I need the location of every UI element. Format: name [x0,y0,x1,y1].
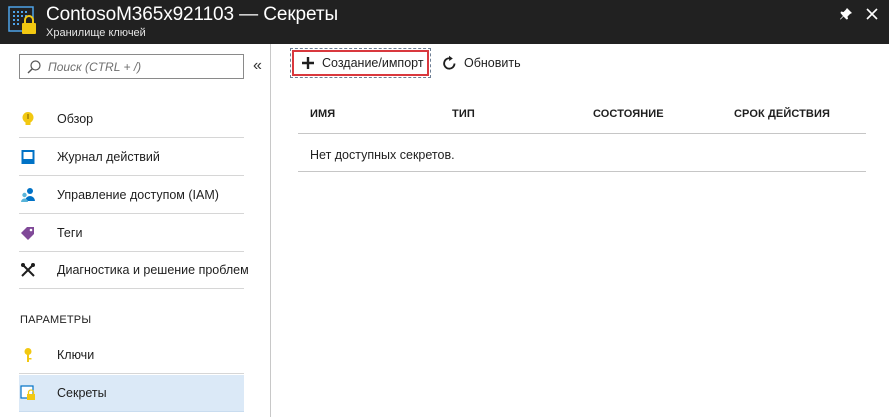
iam-users-icon [20,187,36,203]
refresh-button[interactable]: Обновить [440,48,530,78]
tag-icon [20,225,36,241]
page-subtitle: Хранилище ключей [46,27,146,39]
overview-bulb-icon [20,111,36,127]
wrench-icon [20,262,36,278]
column-header-type[interactable]: ТИП [452,108,475,120]
sidebar-item-secrets[interactable]: Секреты [19,375,244,412]
table-header-divider [298,133,866,134]
sidebar-item-activity-log[interactable]: Журнал действий [19,139,244,176]
sidebar-item-diagnose[interactable]: Диагностика и решение проблем [19,252,249,289]
sidebar-item-label: Теги [57,226,83,240]
search-box[interactable] [19,54,244,79]
sidebar-item-tags[interactable]: Теги [19,215,244,252]
activity-log-icon [20,149,36,165]
column-header-name[interactable]: ИМЯ [310,108,335,120]
refresh-icon [440,54,458,72]
pin-icon[interactable] [836,4,856,24]
sidebar-item-label: Журнал действий [57,150,160,164]
sidebar-menu: « Обзор Журнал действий [0,44,271,417]
secrets-icon [20,385,36,401]
sidebar-item-access-control[interactable]: Управление доступом (IAM) [19,177,244,214]
sidebar-item-overview[interactable]: Обзор [19,101,244,138]
sidebar-item-label: Диагностика и решение проблем [57,263,249,277]
table-row-divider [298,171,866,172]
sidebar-item-label: Секреты [57,386,107,400]
page-title: ContosoM365x921103 — Секреты [46,4,339,25]
column-header-status[interactable]: СОСТОЯНИЕ [593,108,664,120]
create-import-label: Создание/импорт [322,56,424,70]
column-header-expiration[interactable]: СРОК ДЕЙСТВИЯ [734,108,830,120]
create-import-button[interactable]: Создание/импорт [290,48,431,78]
empty-table-message: Нет доступных секретов. [310,148,455,162]
refresh-label: Обновить [464,56,521,70]
search-input[interactable] [48,58,238,76]
key-vault-icon [8,6,38,36]
blade-header: ContosoM365x921103 — Секреты Хранилище к… [0,0,889,44]
add-icon [300,55,316,71]
search-icon [26,59,42,75]
sidebar-item-label: Управление доступом (IAM) [57,188,219,202]
settings-section-label: ПАРАМЕТРЫ [20,314,92,326]
collapse-sidebar-button[interactable]: « [253,56,267,76]
sidebar-item-label: Обзор [57,112,94,126]
sidebar-item-label: Ключи [57,348,95,362]
command-bar: Создание/импорт Обновить [272,44,889,83]
key-icon [20,347,36,363]
sidebar-item-keys[interactable]: Ключи [19,337,244,374]
close-icon[interactable] [862,4,882,24]
